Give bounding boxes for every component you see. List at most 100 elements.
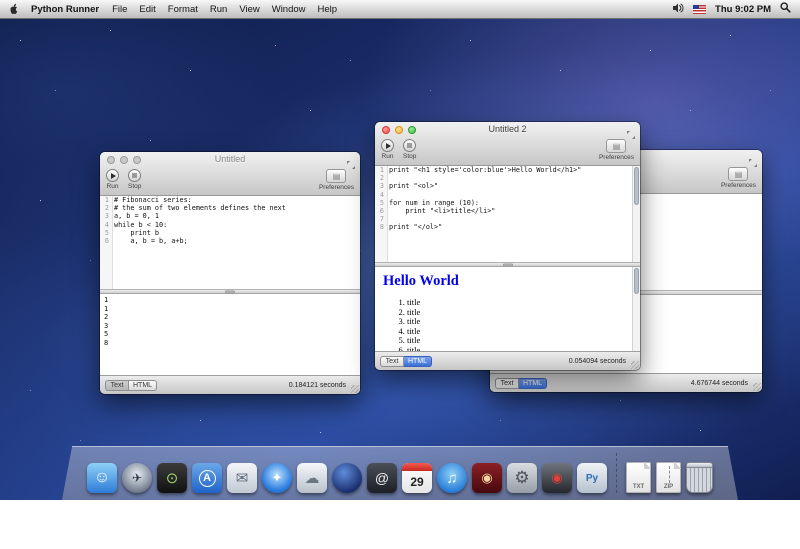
stop-icon xyxy=(407,143,412,148)
system-preferences-icon[interactable]: ⚙ xyxy=(507,463,537,493)
globe-app-icon[interactable] xyxy=(332,463,362,493)
dvd-player-icon[interactable]: ◉ xyxy=(542,463,572,493)
output-line: 1 xyxy=(104,296,360,305)
preferences-icon: ▤ xyxy=(333,172,341,181)
window-title: Untitled xyxy=(100,154,360,164)
safari-icon[interactable]: ✦ xyxy=(262,463,292,493)
list-item: title xyxy=(407,317,632,327)
html-view-button[interactable]: HTML xyxy=(519,378,547,389)
output-line: 8 xyxy=(104,339,360,348)
output-pane: Hello World title title title title titl… xyxy=(375,267,640,351)
input-language-flag-icon[interactable] xyxy=(693,5,706,14)
preferences-button[interactable]: ▤ Preferences xyxy=(599,139,634,161)
scrollbar-thumb[interactable] xyxy=(634,167,639,205)
menu-format[interactable]: Format xyxy=(168,4,198,15)
launchpad-icon[interactable]: ✈ xyxy=(122,463,152,493)
status-bar: Text HTML 4.676744 seconds xyxy=(490,373,762,392)
fullscreen-icon[interactable] xyxy=(627,126,635,134)
stop-icon xyxy=(132,173,137,178)
code-editor[interactable]: 1# Fibonacci series: 2# the sum of two e… xyxy=(100,196,360,289)
text-view-button[interactable]: Text xyxy=(105,380,129,391)
menu-view[interactable]: View xyxy=(239,4,259,15)
dashboard-icon[interactable]: ⊙ xyxy=(157,463,187,493)
execution-time: 0.184121 seconds xyxy=(289,382,355,389)
splitter-knob xyxy=(225,290,235,293)
dock: ☺ ✈ ⊙ A ✉ ✦ ☁ @ 29 ♫ ◉ ⚙ ◉ Py TXT ZIP xyxy=(62,446,738,500)
menu-file[interactable]: File xyxy=(112,4,127,15)
output-line: 3 xyxy=(104,322,360,331)
window-untitled-2[interactable]: Untitled 2 Run Stop ▤ Preferences 1print… xyxy=(375,122,640,370)
titlebar[interactable]: Untitled 2 Run Stop ▤ Preferences xyxy=(375,122,640,166)
output-pane: 1 1 2 3 5 8 xyxy=(100,294,360,375)
titlebar[interactable]: Untitled Run Stop ▤ Preferences xyxy=(100,152,360,196)
app-store-icon[interactable]: A xyxy=(192,463,222,493)
zip-file-icon[interactable]: ZIP xyxy=(656,462,681,493)
preferences-icon: ▤ xyxy=(735,170,743,179)
toolbar: Run Stop ▤ Preferences xyxy=(100,167,360,195)
view-mode-segmented: Text HTML xyxy=(495,378,547,389)
output-line: 1 xyxy=(104,305,360,314)
volume-icon[interactable] xyxy=(673,3,684,16)
resize-grip[interactable] xyxy=(753,383,761,391)
fullscreen-icon[interactable] xyxy=(347,156,355,164)
stop-button[interactable]: Stop xyxy=(128,169,141,190)
text-view-button[interactable]: Text xyxy=(380,356,404,367)
scrollbar-thumb[interactable] xyxy=(634,268,639,294)
txt-file-icon[interactable]: TXT xyxy=(626,462,651,493)
run-button[interactable]: Run xyxy=(381,139,394,160)
trash-icon[interactable] xyxy=(686,462,713,493)
output-line: 2 xyxy=(104,313,360,322)
menu-help[interactable]: Help xyxy=(318,4,338,15)
text-view-button[interactable]: Text xyxy=(495,378,519,389)
text-output: 1 1 2 3 5 8 xyxy=(100,294,360,348)
html-view-button[interactable]: HTML xyxy=(129,380,157,391)
menu-run[interactable]: Run xyxy=(210,4,227,15)
preferences-button[interactable]: ▤ Preferences xyxy=(319,169,354,191)
view-mode-segmented: Text HTML xyxy=(105,380,157,391)
run-button[interactable]: Run xyxy=(106,169,119,190)
itunes-icon[interactable]: ♫ xyxy=(437,463,467,493)
list-item: title xyxy=(407,308,632,318)
resize-grip[interactable] xyxy=(631,361,639,369)
output-scrollbar[interactable] xyxy=(632,267,640,351)
code-scrollbar[interactable] xyxy=(632,166,640,262)
spotlight-icon[interactable] xyxy=(780,2,791,16)
play-icon xyxy=(111,173,116,179)
execution-time: 0.054094 seconds xyxy=(569,358,635,365)
fullscreen-icon[interactable] xyxy=(749,154,757,162)
menu-window[interactable]: Window xyxy=(272,4,306,15)
code-editor[interactable]: 1print "<h1 style='color:blue'>Hello Wor… xyxy=(375,166,640,262)
stop-button[interactable]: Stop xyxy=(403,139,416,160)
mail-icon[interactable]: ✉ xyxy=(227,463,257,493)
html-output: Hello World title title title title titl… xyxy=(375,267,640,351)
apple-menu-icon[interactable] xyxy=(9,3,20,16)
view-mode-segmented: Text HTML xyxy=(380,356,432,367)
status-bar: Text HTML 0.054094 seconds xyxy=(375,351,640,370)
menu-bar: Python Runner File Edit Format Run View … xyxy=(0,0,800,19)
calendar-icon[interactable]: 29 xyxy=(402,463,432,493)
menu-edit[interactable]: Edit xyxy=(139,4,155,15)
toolbar: Run Stop ▤ Preferences xyxy=(375,137,640,165)
app-menu-title[interactable]: Python Runner xyxy=(31,4,99,15)
list-item: title xyxy=(407,327,632,337)
preferences-icon: ▤ xyxy=(613,142,621,151)
play-icon xyxy=(386,143,391,149)
python-runner-icon[interactable]: Py xyxy=(577,463,607,493)
html-view-button[interactable]: HTML xyxy=(404,356,432,367)
list-item: title xyxy=(407,336,632,346)
photo-booth-icon[interactable]: ◉ xyxy=(472,463,502,493)
hello-world-heading: Hello World xyxy=(383,273,632,290)
preferences-button[interactable]: ▤ Preferences xyxy=(721,167,756,189)
window-title: Untitled 2 xyxy=(375,124,640,134)
menu-bar-clock[interactable]: Thu 9:02 PM xyxy=(715,4,771,15)
ordered-list: title title title title title title xyxy=(383,298,632,351)
status-bar: Text HTML 0.184121 seconds xyxy=(100,375,360,394)
resize-grip[interactable] xyxy=(351,385,359,393)
window-untitled[interactable]: Untitled Run Stop ▤ Preferences 1# Fibon… xyxy=(100,152,360,394)
dock-separator xyxy=(616,453,617,493)
finder-icon[interactable]: ☺ xyxy=(87,463,117,493)
output-line: 5 xyxy=(104,330,360,339)
contacts-icon[interactable]: @ xyxy=(367,463,397,493)
ichat-icon[interactable]: ☁ xyxy=(297,463,327,493)
list-item: title xyxy=(407,298,632,308)
